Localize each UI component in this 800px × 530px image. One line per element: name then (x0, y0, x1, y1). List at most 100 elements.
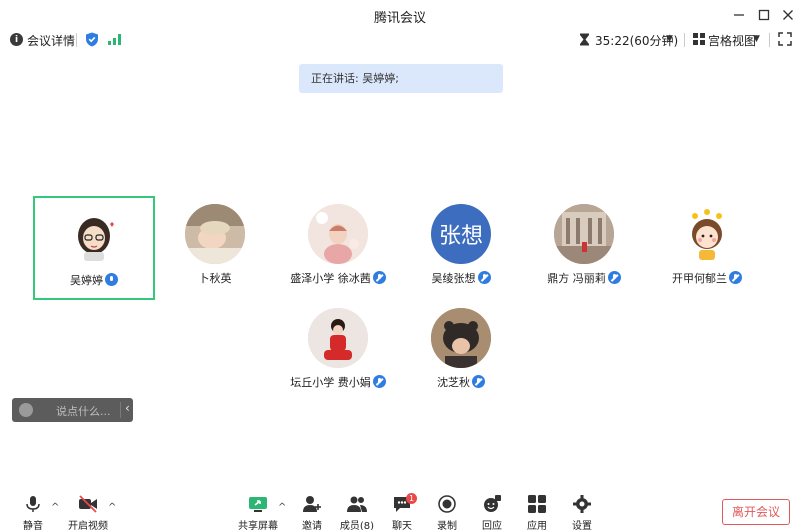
emoji-icon[interactable] (19, 403, 33, 417)
mute-button[interactable]: 静音 (9, 494, 57, 530)
chevron-up-icon[interactable]: ^ (51, 502, 59, 513)
mic-icon (105, 273, 118, 286)
window-title: 腾讯会议 (373, 11, 426, 26)
close-button[interactable] (775, 4, 800, 26)
child-red-photo-avatar (308, 308, 368, 368)
chat-button[interactable]: 聊天 (378, 494, 426, 530)
chevron-up-icon[interactable]: ^ (278, 502, 286, 513)
meeting-info-bar: i 会议详情 35:22(60分钟) ▼ 宫格视图 ▼ (0, 30, 800, 50)
child-photo-avatar (308, 204, 368, 264)
participant-tile[interactable]: 沈芝秋 (400, 300, 522, 404)
participant-tile[interactable]: 吴婷婷 (33, 196, 155, 300)
fullscreen-icon[interactable] (778, 32, 792, 46)
participant-name-row: 盛泽小学 徐冰茜 (277, 270, 399, 286)
reaction-button[interactable]: 回应 (468, 494, 516, 530)
share-screen-icon (249, 497, 267, 512)
reaction-icon (484, 495, 501, 512)
invite-label: 邀请 (302, 521, 322, 530)
unread-badge: 1 (406, 493, 417, 504)
participant-name-row: 吴婷婷 (35, 272, 153, 288)
grid-view-icon (693, 33, 705, 45)
record-button[interactable]: 录制 (423, 494, 471, 530)
avatar: 张想 (431, 204, 491, 264)
shield-icon[interactable] (85, 32, 99, 47)
avatar (431, 308, 491, 368)
mic-muted-icon (477, 271, 491, 284)
maximize-button[interactable] (751, 4, 777, 26)
info-icon[interactable]: i (10, 33, 23, 46)
microphone-icon (26, 496, 40, 512)
signal-icon[interactable] (108, 34, 121, 45)
members-icon (347, 496, 367, 512)
members-label: 成员(8) (339, 521, 375, 530)
minimize-button[interactable] (726, 4, 752, 26)
baby-photo-avatar (185, 204, 245, 264)
record-icon (438, 495, 456, 513)
video-label: 开启视频 (68, 521, 108, 530)
speaking-banner: 正在讲话: 吴婷婷; (299, 64, 503, 93)
chat-input-box[interactable]: 说点什么... ‹ (12, 398, 133, 422)
participant-name: 鼎方 冯丽莉 (547, 272, 606, 285)
start-video-button[interactable]: 开启视频 (64, 494, 112, 530)
apps-button[interactable]: 应用 (513, 494, 561, 530)
participant-tile[interactable]: 坛丘小学 费小娟 (277, 300, 399, 404)
building-photo-avatar (554, 204, 614, 264)
avatar (308, 308, 368, 368)
participant-name: 吴绫张想 (431, 272, 476, 285)
mic-muted-icon (372, 375, 386, 388)
invite-button[interactable]: 邀请 (288, 494, 336, 530)
participant-name-row: 沈芝秋 (400, 374, 522, 390)
avatar (185, 204, 245, 264)
timer-dropdown-icon[interactable]: ▼ (666, 34, 673, 44)
maximize-icon (758, 9, 770, 21)
view-dropdown-icon[interactable]: ▼ (753, 34, 760, 44)
close-icon (783, 10, 793, 20)
participant-tile[interactable]: 开甲何郁兰 (646, 196, 768, 300)
participant-name-row: 坛丘小学 费小娟 (277, 374, 399, 390)
settings-label: 设置 (572, 521, 592, 530)
apps-icon (528, 495, 546, 513)
record-label: 录制 (437, 521, 457, 530)
participant-name: 盛泽小学 徐冰茜 (290, 272, 371, 285)
invite-user-icon (303, 496, 321, 512)
divider (684, 33, 685, 47)
share-screen-button[interactable]: 共享屏幕 (234, 494, 282, 530)
participant-name-row: 鼎方 冯丽莉 (523, 270, 645, 286)
participant-tile[interactable]: 鼎方 冯丽莉 (523, 196, 645, 300)
collapse-chevron-icon[interactable]: ‹ (125, 401, 130, 415)
participant-name: 开甲何郁兰 (672, 272, 727, 285)
cat-hat-photo-avatar (431, 308, 491, 368)
participant-name: 沈芝秋 (437, 376, 470, 389)
title-bar: 腾讯会议 (0, 0, 800, 30)
settings-button[interactable]: 设置 (558, 494, 606, 530)
participant-tile[interactable]: 盛泽小学 徐冰茜 (277, 196, 399, 300)
cartoon-girl-avatar (78, 218, 114, 261)
meeting-detail-link[interactable]: 会议详情 (27, 32, 75, 49)
minimize-icon (734, 14, 744, 16)
members-button[interactable]: 成员(8) (333, 494, 381, 530)
participant-tile[interactable]: 卜秋英 (154, 196, 276, 300)
chat-label: 聊天 (392, 521, 412, 530)
avatar (308, 204, 368, 264)
chevron-up-icon[interactable]: ^ (108, 502, 116, 513)
cartoon-girl-yellow-avatar (692, 209, 722, 260)
mic-muted-icon (472, 375, 485, 388)
participant-name-row: 卜秋英 (154, 270, 276, 286)
divider (76, 33, 77, 47)
divider (769, 33, 770, 47)
participant-name-row: 开甲何郁兰 (646, 270, 768, 286)
participant-name-row: 吴绫张想 (400, 270, 522, 286)
mic-muted-icon (372, 271, 386, 284)
participant-name: 卜秋英 (198, 272, 232, 285)
apps-label: 应用 (527, 521, 547, 530)
chat-input-placeholder[interactable]: 说点什么... (56, 403, 111, 419)
avatar (677, 204, 737, 264)
view-mode-selector[interactable]: 宫格视图 (708, 32, 756, 49)
leave-meeting-button[interactable]: 离开会议 (722, 499, 790, 525)
reaction-label: 回应 (482, 521, 502, 530)
participant-tile[interactable]: 张想 吴绫张想 (400, 196, 522, 300)
participant-name: 吴婷婷 (70, 274, 103, 287)
mic-muted-icon (729, 271, 742, 284)
camera-off-icon (79, 495, 97, 513)
gear-icon (573, 495, 591, 513)
